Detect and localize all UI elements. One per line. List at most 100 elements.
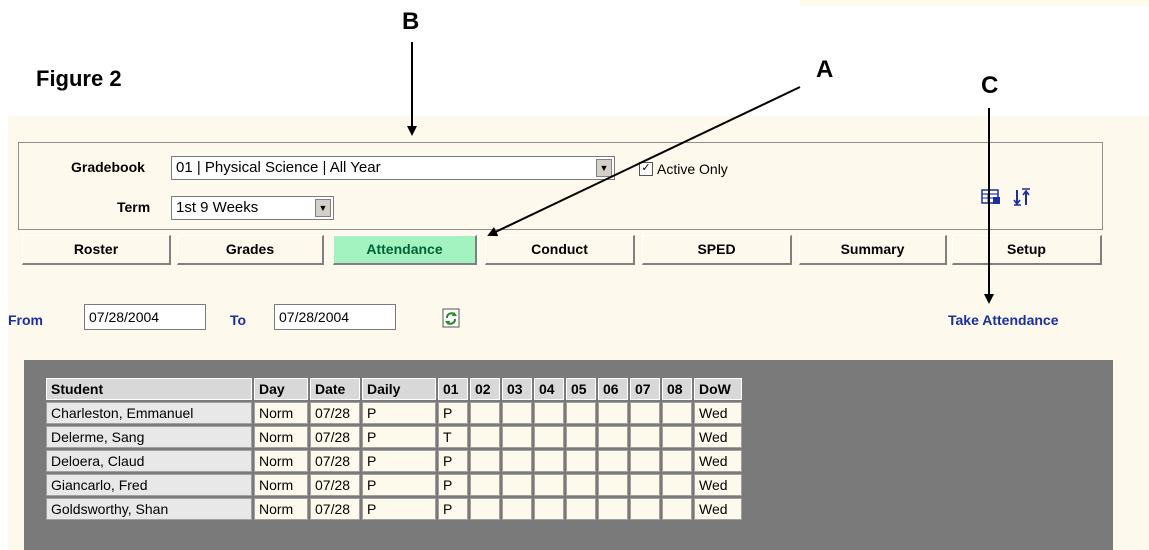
tab-bar: Roster Grades Attendance Conduct SPED Su… bbox=[22, 235, 1104, 267]
period-03-cell[interactable] bbox=[502, 426, 532, 448]
column-header[interactable]: 06 bbox=[598, 378, 628, 400]
period-06-cell[interactable] bbox=[598, 426, 628, 448]
export-icon[interactable] bbox=[981, 188, 1001, 206]
attendance-table: Student Day Date Daily 01 02 03 04 05 06… bbox=[44, 376, 744, 522]
tab-setup[interactable]: Setup bbox=[952, 235, 1102, 265]
table-header-row: Student Day Date Daily 01 02 03 04 05 06… bbox=[46, 378, 742, 400]
gradebook-select[interactable]: 01 | Physical Science | All Year ▼ bbox=[171, 156, 615, 180]
period-08-cell[interactable] bbox=[662, 402, 692, 424]
period-06-cell[interactable] bbox=[598, 402, 628, 424]
period-02-cell[interactable] bbox=[470, 474, 500, 496]
daily-cell[interactable]: P bbox=[362, 498, 436, 520]
dow-cell: Wed bbox=[694, 450, 742, 472]
period-06-cell[interactable] bbox=[598, 474, 628, 496]
dow-cell: Wed bbox=[694, 498, 742, 520]
active-only-checkbox[interactable]: ✓ bbox=[639, 162, 653, 176]
dropdown-arrow-icon[interactable]: ▼ bbox=[315, 199, 331, 217]
column-header[interactable]: 01 bbox=[438, 378, 468, 400]
column-header[interactable]: 04 bbox=[534, 378, 564, 400]
column-header[interactable]: 07 bbox=[630, 378, 660, 400]
student-name-cell[interactable]: Giancarlo, Fred bbox=[46, 474, 252, 496]
filter-panel: Gradebook 01 | Physical Science | All Ye… bbox=[18, 142, 1103, 230]
period-04-cell[interactable] bbox=[534, 498, 564, 520]
column-header[interactable]: 05 bbox=[566, 378, 596, 400]
column-header[interactable]: Daily bbox=[362, 378, 436, 400]
column-header[interactable]: Student bbox=[46, 378, 252, 400]
period-01-cell[interactable]: P bbox=[438, 474, 468, 496]
term-label: Term bbox=[117, 199, 151, 215]
student-name-cell[interactable]: Delerme, Sang bbox=[46, 426, 252, 448]
daily-cell[interactable]: P bbox=[362, 426, 436, 448]
period-07-cell[interactable] bbox=[630, 402, 660, 424]
student-name-cell[interactable]: Charleston, Emmanuel bbox=[46, 402, 252, 424]
table-row: Giancarlo, Fred Norm 07/28 P P Wed bbox=[46, 474, 742, 496]
daily-cell[interactable]: P bbox=[362, 402, 436, 424]
student-name-cell[interactable]: Goldsworthy, Shan bbox=[46, 498, 252, 520]
take-attendance-link[interactable]: Take Attendance bbox=[948, 312, 1058, 328]
day-cell: Norm bbox=[254, 450, 308, 472]
tab-sped[interactable]: SPED bbox=[642, 235, 792, 265]
period-02-cell[interactable] bbox=[470, 498, 500, 520]
period-05-cell[interactable] bbox=[566, 498, 596, 520]
daily-cell[interactable]: P bbox=[362, 474, 436, 496]
period-04-cell[interactable] bbox=[534, 450, 564, 472]
period-08-cell[interactable] bbox=[662, 426, 692, 448]
from-date-input[interactable]: 07/28/2004 bbox=[84, 304, 206, 330]
period-05-cell[interactable] bbox=[566, 426, 596, 448]
period-03-cell[interactable] bbox=[502, 402, 532, 424]
column-header[interactable]: DoW bbox=[694, 378, 742, 400]
daily-cell[interactable]: P bbox=[362, 450, 436, 472]
tab-attendance[interactable]: Attendance bbox=[333, 235, 477, 265]
period-07-cell[interactable] bbox=[630, 450, 660, 472]
dropdown-arrow-icon[interactable]: ▼ bbox=[596, 159, 612, 177]
date-cell: 07/28 bbox=[310, 450, 360, 472]
student-name-cell[interactable]: Deloera, Claud bbox=[46, 450, 252, 472]
period-05-cell[interactable] bbox=[566, 450, 596, 472]
tab-grades[interactable]: Grades bbox=[177, 235, 324, 265]
figure-title: Figure 2 bbox=[36, 66, 122, 91]
top-strip bbox=[800, 0, 1149, 6]
day-cell: Norm bbox=[254, 474, 308, 496]
period-05-cell[interactable] bbox=[566, 474, 596, 496]
period-02-cell[interactable] bbox=[470, 426, 500, 448]
period-07-cell[interactable] bbox=[630, 498, 660, 520]
period-03-cell[interactable] bbox=[502, 498, 532, 520]
period-06-cell[interactable] bbox=[598, 498, 628, 520]
period-06-cell[interactable] bbox=[598, 450, 628, 472]
refresh-icon[interactable] bbox=[442, 308, 460, 328]
period-03-cell[interactable] bbox=[502, 474, 532, 496]
period-01-cell[interactable]: P bbox=[438, 402, 468, 424]
column-header[interactable]: 03 bbox=[502, 378, 532, 400]
table-row: Charleston, Emmanuel Norm 07/28 P P Wed bbox=[46, 402, 742, 424]
tab-conduct[interactable]: Conduct bbox=[485, 235, 635, 265]
gradebook-app: Gradebook 01 | Physical Science | All Ye… bbox=[8, 116, 1149, 550]
period-07-cell[interactable] bbox=[630, 474, 660, 496]
tab-roster[interactable]: Roster bbox=[22, 235, 171, 265]
period-04-cell[interactable] bbox=[534, 474, 564, 496]
period-02-cell[interactable] bbox=[470, 450, 500, 472]
column-header[interactable]: 08 bbox=[662, 378, 692, 400]
column-header[interactable]: Day bbox=[254, 378, 308, 400]
period-01-cell[interactable]: P bbox=[438, 450, 468, 472]
period-07-cell[interactable] bbox=[630, 426, 660, 448]
tab-summary[interactable]: Summary bbox=[799, 235, 947, 265]
period-08-cell[interactable] bbox=[662, 474, 692, 496]
period-03-cell[interactable] bbox=[502, 450, 532, 472]
period-04-cell[interactable] bbox=[534, 426, 564, 448]
sort-icon[interactable] bbox=[1013, 187, 1031, 207]
period-08-cell[interactable] bbox=[662, 450, 692, 472]
column-header[interactable]: Date bbox=[310, 378, 360, 400]
period-01-cell[interactable]: P bbox=[438, 498, 468, 520]
period-05-cell[interactable] bbox=[566, 402, 596, 424]
date-cell: 07/28 bbox=[310, 402, 360, 424]
day-cell: Norm bbox=[254, 426, 308, 448]
period-04-cell[interactable] bbox=[534, 402, 564, 424]
dow-cell: Wed bbox=[694, 474, 742, 496]
column-header[interactable]: 02 bbox=[470, 378, 500, 400]
day-cell: Norm bbox=[254, 498, 308, 520]
to-date-input[interactable]: 07/28/2004 bbox=[274, 304, 396, 330]
period-02-cell[interactable] bbox=[470, 402, 500, 424]
period-01-cell[interactable]: T bbox=[438, 426, 468, 448]
term-select[interactable]: 1st 9 Weeks ▼ bbox=[171, 196, 334, 220]
period-08-cell[interactable] bbox=[662, 498, 692, 520]
